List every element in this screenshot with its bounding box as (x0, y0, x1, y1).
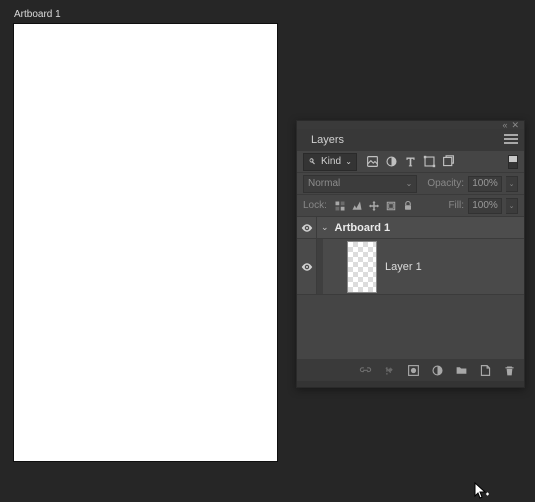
eye-icon (301, 222, 313, 234)
filter-shape-icon[interactable] (422, 154, 437, 169)
lock-image-icon[interactable] (350, 198, 365, 213)
filter-pixel-icon[interactable] (365, 154, 380, 169)
artboard-label: Artboard 1 (14, 9, 61, 20)
lock-position-icon[interactable] (367, 198, 382, 213)
layer-row[interactable]: Layer 1 (297, 239, 524, 295)
lock-transparency-icon[interactable] (333, 198, 348, 213)
visibility-toggle[interactable] (297, 217, 317, 238)
filter-toggle[interactable] (508, 155, 518, 169)
filter-kind-select[interactable]: Kind ⌄ (303, 153, 357, 171)
visibility-toggle[interactable] (297, 239, 317, 294)
eye-icon (301, 261, 313, 273)
artboard-row[interactable]: ⌄ Artboard 1 (297, 217, 524, 239)
panel-footer (297, 359, 524, 381)
lock-all-icon[interactable] (401, 198, 416, 213)
disclosure-chevron-icon[interactable]: ⌄ (321, 222, 329, 233)
opacity-stepper[interactable]: ⌄ (506, 176, 518, 192)
lock-row: Lock: Fill: 100% ⌄ (297, 195, 524, 217)
chevron-down-icon: ⌄ (345, 157, 352, 166)
filter-smartobject-icon[interactable] (441, 154, 456, 169)
fill-label: Fill: (448, 200, 464, 211)
panel-grip[interactable]: « ✕ (297, 121, 524, 129)
new-layer-button[interactable] (478, 363, 492, 377)
filter-type-icon[interactable] (403, 154, 418, 169)
tab-layers[interactable]: Layers (303, 131, 352, 149)
filter-adjustment-icon[interactable] (384, 154, 399, 169)
link-layers-button[interactable] (358, 363, 372, 377)
layer-style-button[interactable] (382, 363, 396, 377)
fill-stepper[interactable]: ⌄ (506, 198, 518, 214)
layer-mask-button[interactable] (406, 363, 420, 377)
chevron-down-icon: ⌄ (406, 179, 413, 188)
blend-mode-select[interactable]: Normal ⌄ (303, 175, 417, 193)
opacity-label: Opacity: (427, 178, 464, 189)
cursor-icon (474, 482, 490, 500)
delete-layer-button[interactable] (502, 363, 516, 377)
panel-tabbar: Layers (297, 129, 524, 151)
artboard-name[interactable]: Artboard 1 (335, 222, 391, 234)
filter-row: Kind ⌄ (297, 151, 524, 173)
blend-row: Normal ⌄ Opacity: 100% ⌄ (297, 173, 524, 195)
layer-name[interactable]: Layer 1 (385, 261, 422, 273)
status-strip (297, 381, 524, 387)
search-icon (308, 157, 317, 166)
panel-menu-icon[interactable] (504, 134, 518, 144)
adjustment-layer-button[interactable] (430, 363, 444, 377)
lock-artboard-icon[interactable] (384, 198, 399, 213)
layer-thumbnail[interactable] (347, 241, 377, 293)
fill-input[interactable]: 100% (468, 198, 502, 214)
layers-panel: « ✕ Layers Kind ⌄ Normal ⌄ Opacity: 100%… (296, 120, 525, 388)
opacity-input[interactable]: 100% (468, 176, 502, 192)
canvas-area[interactable] (14, 24, 277, 461)
group-button[interactable] (454, 363, 468, 377)
lock-label: Lock: (303, 200, 327, 211)
tree-empty-area[interactable] (297, 295, 524, 359)
layer-tree: ⌄ Artboard 1 Layer 1 (297, 217, 524, 359)
